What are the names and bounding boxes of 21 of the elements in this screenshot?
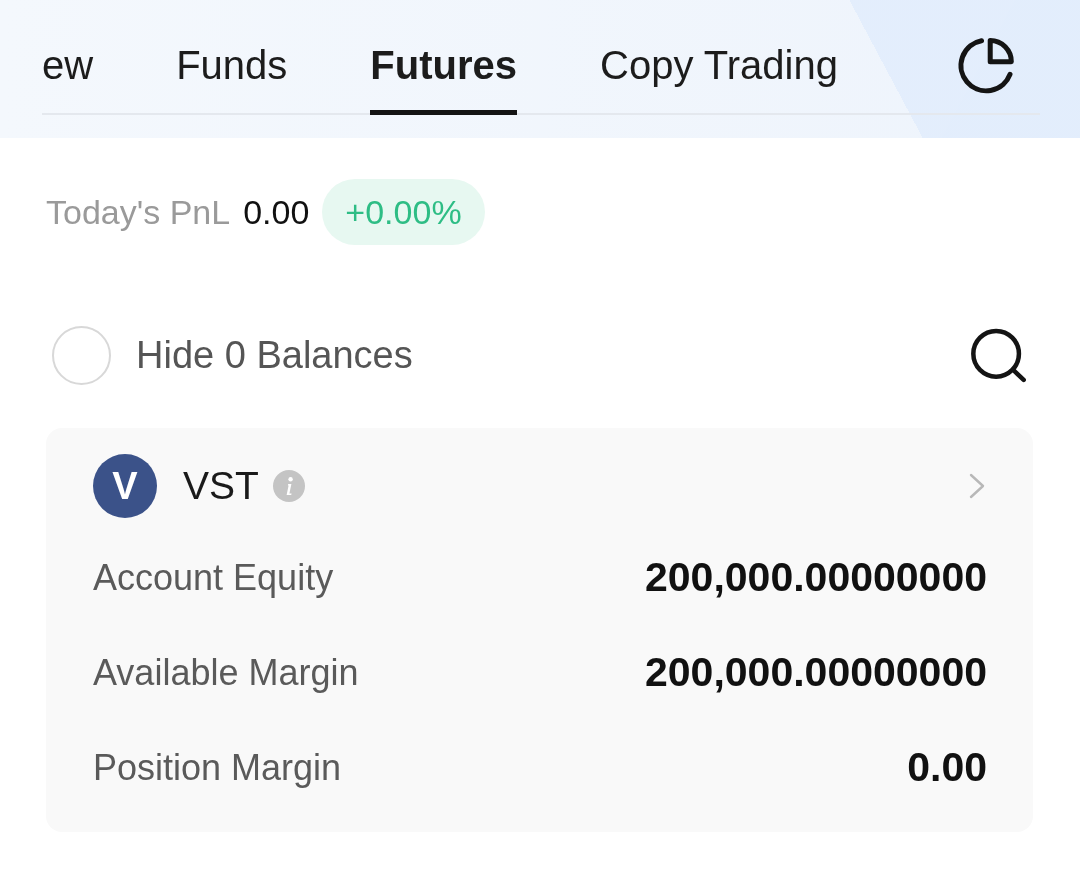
tab[interactable]: ew [42, 42, 94, 115]
search-icon[interactable] [970, 327, 1027, 383]
coin-logo: V [93, 454, 157, 518]
coin-name: VST [183, 464, 259, 508]
field-value: 0.00 [907, 744, 987, 791]
tab[interactable]: Futures [370, 42, 517, 115]
field-label: Account Equity [93, 556, 334, 599]
hide-balances-label[interactable]: Hide 0 Balances [136, 333, 413, 377]
chevron-right-icon[interactable] [967, 472, 987, 500]
tab[interactable]: Copy Trading [600, 42, 838, 115]
pie-chart-icon[interactable] [957, 37, 1015, 95]
pnl-change-badge: +0.00% [322, 179, 485, 245]
pnl-value: 0.00 [243, 192, 310, 232]
pnl-label: Today's PnL [46, 192, 231, 232]
tab[interactable]: Funds [176, 42, 288, 115]
field-value: 200,000.00000000 [645, 649, 987, 696]
field-value: 200,000.00000000 [645, 554, 987, 601]
asset-card[interactable]: V VST Account Equity 200,000.00000000 Available Margin 200,000.00000000 Position Margin 0.00 [46, 428, 1033, 832]
field-label: Available Margin [93, 651, 359, 694]
info-icon[interactable] [272, 470, 305, 502]
field-label: Position Margin [93, 746, 342, 789]
